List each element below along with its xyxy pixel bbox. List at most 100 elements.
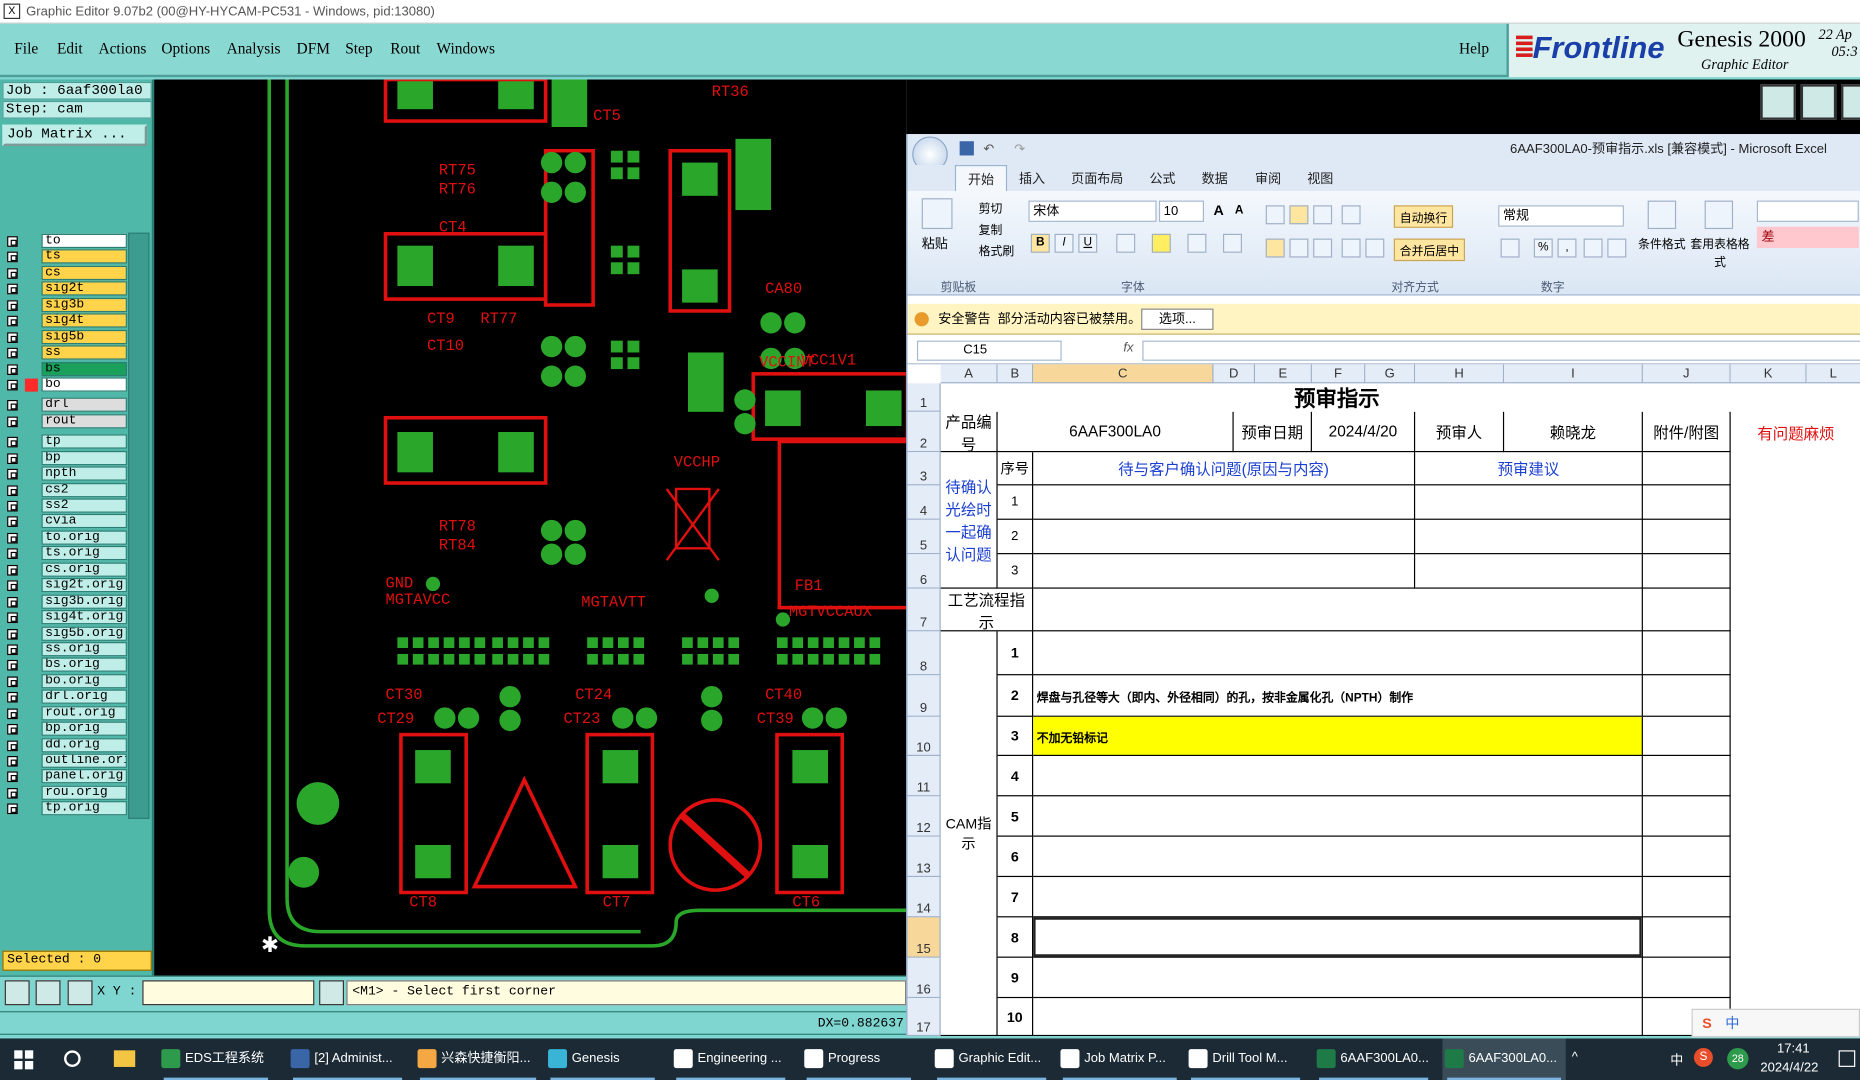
font-name-select[interactable]: 宋体	[1028, 200, 1157, 222]
layer-row[interactable]: outline.orig	[5, 752, 127, 768]
column-header[interactable]: I	[1504, 364, 1643, 384]
grow-font-button[interactable]: A	[1214, 202, 1224, 219]
layer-checkbox[interactable]	[7, 532, 18, 544]
layer-row[interactable]: tp	[5, 433, 127, 449]
tab-page-layout[interactable]: 页面布局	[1071, 169, 1123, 188]
row-header[interactable]: 5	[907, 519, 941, 555]
question-seq[interactable]: 2	[997, 519, 1034, 555]
decrease-indent-icon[interactable]	[1341, 238, 1361, 258]
cam-seq[interactable]: 7	[997, 877, 1034, 918]
layer-checkbox[interactable]	[7, 771, 18, 783]
taskbar-item[interactable]: Genesis	[546, 1038, 660, 1080]
cam-seq[interactable]: 6	[997, 836, 1034, 878]
row-header[interactable]: 15	[907, 917, 941, 958]
column-header[interactable]: K	[1730, 364, 1807, 384]
layer-checkbox[interactable]	[7, 516, 18, 528]
cam-seq[interactable]: 3	[997, 716, 1034, 756]
clock-date[interactable]: 2024/4/22	[1760, 1061, 1818, 1075]
layer-name[interactable]: cs	[41, 265, 127, 280]
taskbar-item[interactable]: Graphic Edit...	[932, 1038, 1051, 1080]
cam-instruction[interactable]	[1033, 917, 1643, 958]
product-no-label[interactable]: 产品编号	[940, 411, 998, 453]
zoom-area-icon[interactable]	[4, 980, 30, 1006]
layer-name[interactable]: ss2	[41, 498, 127, 513]
layer-name[interactable]: sig3b.orig	[41, 594, 127, 609]
question-cell[interactable]	[1033, 554, 1416, 589]
confirm-label[interactable]: 待确认光绘时一起确认问题	[940, 452, 998, 589]
row-header[interactable]: 4	[907, 485, 941, 520]
menu-windows[interactable]: Windows	[437, 39, 495, 58]
layer-checkbox[interactable]	[7, 580, 18, 592]
column-header[interactable]: H	[1415, 364, 1505, 384]
row-header[interactable]: 1	[907, 383, 941, 412]
ime-indicator[interactable]: 中	[1670, 1050, 1683, 1069]
layer-name[interactable]: sig3b	[41, 297, 127, 312]
menu-edit[interactable]: Edit	[57, 39, 83, 58]
layer-checkbox[interactable]	[7, 692, 18, 703]
layer-row[interactable]: ss2	[5, 497, 127, 513]
layer-name[interactable]: npth	[41, 466, 127, 481]
shrink-font-button[interactable]: A	[1235, 204, 1244, 217]
layer-name[interactable]: rout	[41, 413, 127, 429]
suggest-cell[interactable]	[1415, 519, 1643, 555]
layer-row[interactable]: sig5b.orig	[5, 625, 127, 641]
cam-label[interactable]: CAM指示	[940, 631, 998, 1037]
fx-label[interactable]: fx	[1123, 341, 1133, 355]
layer-name[interactable]: ts.orig	[41, 546, 127, 561]
align-right-icon[interactable]	[1313, 238, 1333, 258]
cam-seq[interactable]: 10	[997, 998, 1034, 1037]
layer-checkbox[interactable]	[7, 724, 18, 735]
layer-name[interactable]: drl.orig	[41, 689, 127, 705]
layer-row[interactable]: sig3b.orig	[5, 593, 127, 609]
layer-row[interactable]: to.orig	[5, 529, 127, 545]
layer-name[interactable]: bs.orig	[41, 657, 127, 673]
tab-data[interactable]: 数据	[1202, 169, 1228, 188]
layer-row[interactable]: bo	[5, 376, 127, 392]
taskbar-item[interactable]: Drill Tool M...	[1186, 1038, 1305, 1080]
product-no-value[interactable]: 6AAF300LA0	[997, 411, 1234, 453]
cam-seq[interactable]: 9	[997, 957, 1034, 999]
layer-checkbox[interactable]	[7, 644, 18, 656]
layer-name[interactable]: bo.orig	[41, 673, 127, 689]
layer-checkbox[interactable]	[7, 284, 18, 295]
cam-seq[interactable]: 2	[997, 675, 1034, 717]
phonetic-icon[interactable]	[1222, 233, 1242, 253]
attach-cell[interactable]	[1642, 554, 1731, 589]
layer-checkbox[interactable]	[7, 468, 18, 480]
layer-row[interactable]: ts	[5, 249, 127, 265]
layer-row[interactable]: tp.orig	[5, 800, 127, 816]
row-header[interactable]: 13	[907, 836, 941, 878]
cam-seq[interactable]: 8	[997, 917, 1034, 958]
layer-name[interactable]: cs.orig	[41, 562, 127, 577]
layer-name[interactable]: to	[41, 233, 127, 249]
suggest-header[interactable]: 预审建议	[1415, 452, 1643, 486]
date-label[interactable]: 预审日期	[1233, 411, 1312, 453]
question-header[interactable]: 待与客户确认问题(原因与内容)	[1033, 452, 1416, 486]
redo-icon[interactable]: ↷	[1014, 134, 1025, 165]
menu-file[interactable]: File	[14, 39, 38, 58]
layer-name[interactable]: panel.orig	[41, 769, 127, 784]
layer-row[interactable]: panel.orig	[5, 768, 127, 784]
align-bottom-icon[interactable]	[1313, 205, 1333, 225]
notification-icon[interactable]	[1838, 1050, 1856, 1067]
paste-icon[interactable]	[921, 198, 953, 230]
layer-name[interactable]: cvia	[41, 514, 127, 529]
layer-checkbox[interactable]	[7, 660, 18, 671]
paste-label[interactable]: 粘贴	[922, 234, 948, 253]
cam-instruction[interactable]	[1033, 957, 1643, 999]
layer-row[interactable]: sig5b	[5, 328, 127, 344]
layer-name[interactable]: bp.orig	[41, 721, 127, 736]
row-header[interactable]: 16	[907, 957, 941, 999]
taskbar-item[interactable]: Progress	[802, 1038, 916, 1080]
layer-row[interactable]: ss.orig	[5, 641, 127, 657]
attach-cell[interactable]	[1642, 957, 1731, 999]
layer-row[interactable]: bs	[5, 360, 127, 376]
column-header[interactable]: G	[1365, 364, 1416, 384]
tab-review[interactable]: 审阅	[1255, 169, 1281, 188]
attach-cell[interactable]	[1642, 716, 1731, 756]
row-header[interactable]: 8	[907, 631, 941, 676]
name-box[interactable]: C15	[916, 340, 1062, 361]
home-icon[interactable]	[1841, 84, 1860, 120]
save-icon[interactable]	[959, 141, 974, 156]
currency-icon[interactable]	[1500, 238, 1520, 258]
